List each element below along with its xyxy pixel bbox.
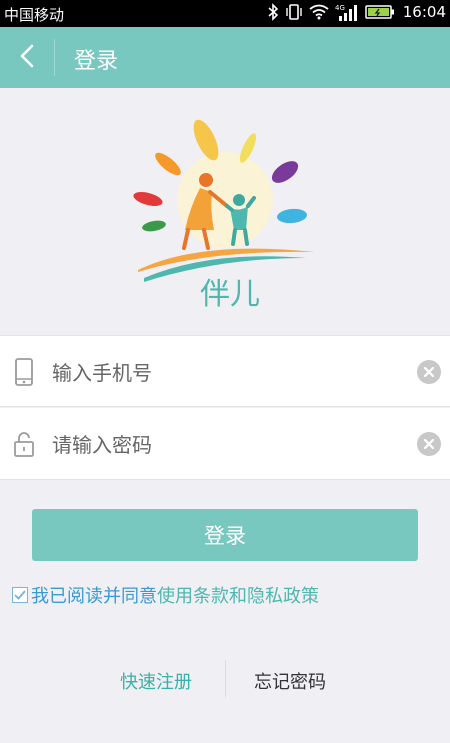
battery-icon [365,4,395,20]
forgot-password-link[interactable]: 忘记密码 [254,668,326,694]
agreement-text: 我已阅读并同意 [31,586,157,607]
agreement-checkbox[interactable] [12,587,28,603]
logo-brand-text: 伴儿 [200,277,260,312]
vibrate-icon [285,3,303,21]
quick-register-link[interactable]: 快速注册 [120,668,192,694]
signal-icon: 4G [335,3,359,21]
wifi-icon [309,4,329,20]
lock-icon [12,430,36,458]
password-input[interactable] [50,426,394,464]
agreement-row: 我已阅读并同意 使用条款和隐私政策 [12,582,319,608]
bluetooth-icon [267,3,279,21]
terms-link[interactable]: 使用条款和隐私政策 [157,582,319,608]
clear-icon [423,438,435,450]
login-button[interactable]: 登录 [32,509,418,561]
status-icons: 4G 16:04 [267,3,446,21]
checkmark-icon [14,590,26,600]
status-bar: 中国移动 4G 16:04 [0,0,450,27]
bottom-links: 快速注册 忘记密码 [0,660,450,698]
page-title: 登录 [74,49,119,74]
password-field [0,408,450,480]
back-button[interactable] [0,27,54,88]
title-divider [54,39,55,76]
phone-field [0,335,450,407]
clear-password-button[interactable] [417,432,441,456]
logo-sun [177,152,273,248]
app-logo: 伴儿 [130,112,320,312]
back-arrow-icon [20,44,34,72]
network-type-label: 4G [335,4,345,12]
links-divider [225,660,226,698]
phone-icon [12,358,36,386]
clear-phone-button[interactable] [417,360,441,384]
clock-label: 16:04 [402,3,446,21]
clear-icon [423,366,435,378]
title-bar: 登录 [0,27,450,88]
carrier-label: 中国移动 [4,6,65,24]
phone-input[interactable] [50,354,394,392]
